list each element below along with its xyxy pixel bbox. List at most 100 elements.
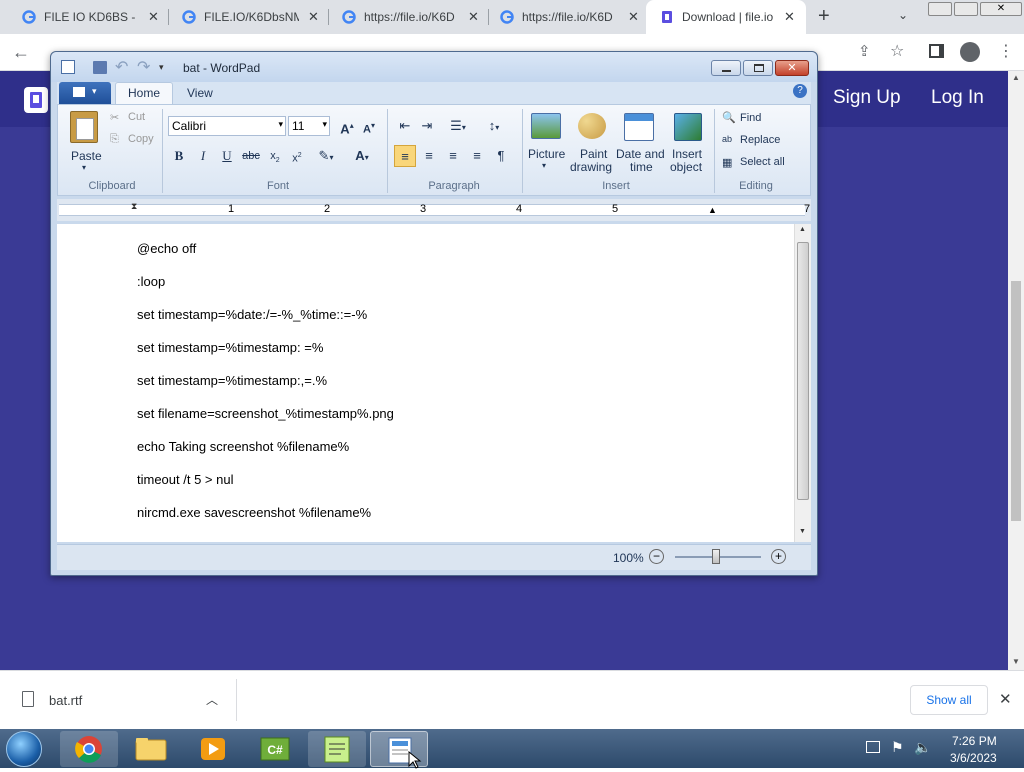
star-icon[interactable]: ☆ [890,41,904,61]
copy-button[interactable]: Copy [128,133,154,145]
bold-icon[interactable]: B [168,145,190,167]
page-scrollbar[interactable]: ▲ ▼ [1008,71,1024,670]
clock-time[interactable]: 7:26 PM [952,734,997,748]
align-center-icon[interactable]: ≡ [418,145,440,167]
chevron-down-icon[interactable]: ⌄ [898,8,908,22]
tab-home[interactable]: Home [115,82,173,105]
file-menu-button[interactable]: ▾ [59,82,111,104]
doc-line[interactable]: :loop [137,274,165,289]
signup-link[interactable]: Sign Up [833,87,901,109]
find-icon[interactable]: 🔍 [722,111,736,124]
italic-icon[interactable]: I [192,145,214,167]
browser-tab-4[interactable]: https://file.io/K6D ✕ [478,0,646,34]
help-icon[interactable]: ? [793,84,807,98]
show-all-button[interactable]: Show all [910,685,988,715]
login-link[interactable]: Log In [931,87,984,109]
fileio-logo-icon[interactable] [24,87,48,113]
close-button[interactable]: ✕ [775,60,809,76]
sidepanel-icon[interactable] [929,44,944,58]
close-icon[interactable]: ✕ [784,9,795,25]
doc-line[interactable]: set timestamp=%date:/=-%_%time::=-% [137,307,367,322]
doc-line[interactable]: echo Taking screenshot %filename% [137,439,349,454]
download-filename[interactable]: bat.rtf [49,693,82,708]
doc-line[interactable]: timeout /t 5 > nul [137,472,233,487]
undo-icon[interactable]: ↶ [115,57,128,77]
wordpad-app-icon[interactable] [61,60,75,74]
document-scroll-thumb[interactable] [797,242,809,500]
close-icon[interactable]: ✕ [980,2,1022,16]
font-family-select[interactable]: Calibri ▾ [168,116,286,136]
close-icon[interactable]: ✕ [308,9,319,25]
document-scrollbar[interactable]: ▲ ▼ [794,224,811,542]
strikethrough-icon[interactable]: abc [240,145,262,167]
bullets-icon[interactable]: ☰▾ [442,115,474,137]
scroll-up-icon[interactable]: ▲ [799,226,806,233]
paragraph-settings-icon[interactable]: ¶ [490,145,512,167]
share-icon[interactable]: ⇪ [858,42,871,60]
tab-view[interactable]: View [187,86,213,100]
close-icon[interactable]: ✕ [628,9,639,25]
new-tab-button[interactable]: + [818,5,830,28]
chevron-up-icon[interactable]: ︿ [206,691,218,708]
chrome-taskbar-icon[interactable] [60,731,118,767]
browser-tab-3[interactable]: https://file.io/K6D ✕ [320,0,488,34]
select-all-icon[interactable]: ▦ [722,156,732,169]
font-color-icon[interactable]: A▾ [346,145,378,167]
doc-line[interactable]: nircmd.exe savescreenshot %filename% [137,505,371,520]
insert-object-button[interactable]: Insert object [666,109,710,179]
zoom-in-icon[interactable]: + [771,549,786,564]
browser-tab-1[interactable]: FILE IO KD6BS - G ✕ [0,0,168,34]
select-all-button[interactable]: Select all [740,156,785,168]
volume-icon[interactable]: 🔈 [914,739,931,756]
csharp-taskbar-icon[interactable]: C# [246,731,304,767]
picture-button[interactable]: Picture ▾ [526,109,568,179]
document-area[interactable]: @echo off :loop set timestamp=%date:/=-%… [57,224,794,542]
scroll-up-icon[interactable]: ▲ [1012,73,1020,82]
replace-button[interactable]: Replace [740,134,780,146]
zoom-out-icon[interactable]: − [649,549,664,564]
justify-icon[interactable]: ≡ [466,145,488,167]
copy-icon[interactable]: ⎘ [110,133,119,146]
doc-line[interactable]: set timestamp=%timestamp:,=.% [137,373,327,388]
find-button[interactable]: Find [740,112,761,124]
close-icon[interactable]: ✕ [148,9,159,25]
redo-icon[interactable]: ↷ [137,57,150,77]
menu-icon[interactable]: ⋮ [998,41,1014,61]
start-button-icon[interactable] [6,731,42,767]
network-icon[interactable] [866,741,880,753]
back-icon[interactable]: ← [12,42,30,63]
align-left-icon[interactable]: ≡ [394,145,416,167]
scrollbar-thumb[interactable] [1011,281,1021,521]
doc-line[interactable]: set timestamp=%timestamp: =% [137,340,323,355]
quick-access-dropdown-icon[interactable]: ▾ [159,62,164,73]
media-player-taskbar-icon[interactable] [184,731,242,767]
minimize-icon[interactable] [928,2,952,16]
ruler[interactable]: ⧗ 1 2 3 4 5 ▲ 6 7 [57,199,811,221]
scroll-down-icon[interactable]: ▼ [799,528,806,535]
notepadpp-taskbar-icon[interactable] [308,731,366,767]
clock-date[interactable]: 3/6/2023 [950,751,997,765]
restore-icon[interactable] [954,2,978,16]
minimize-button[interactable] [711,60,741,76]
browser-tab-5[interactable]: Download | file.io ✕ [646,0,806,34]
align-right-icon[interactable]: ≡ [442,145,464,167]
zoom-slider-thumb[interactable] [712,549,720,564]
explorer-taskbar-icon[interactable] [122,731,180,767]
underline-icon[interactable]: U [216,145,238,167]
date-time-button[interactable]: Date and time [614,109,666,179]
paste-button[interactable]: Paste ▾ [64,109,106,179]
doc-line[interactable]: set filename=screenshot_%timestamp%.png [137,406,394,421]
highlight-icon[interactable]: ✎▾ [310,145,342,167]
decrease-indent-icon[interactable]: ⇤ [394,115,416,137]
superscript-icon[interactable]: x2 [286,145,308,167]
shrink-font-icon[interactable]: A▾ [358,115,380,137]
profile-icon[interactable] [960,42,980,62]
maximize-button[interactable] [743,60,773,76]
scroll-down-icon[interactable]: ▼ [1012,657,1020,666]
indent-marker-icon[interactable]: ⧗ [131,201,137,212]
cut-icon[interactable]: ✂ [110,111,119,124]
close-icon[interactable]: ✕ [999,690,1012,708]
replace-icon[interactable]: ab [722,134,732,144]
font-size-select[interactable]: 11 ▾ [288,116,330,136]
browser-tab-2[interactable]: FILE.IO/K6DbsNM ✕ [160,0,328,34]
